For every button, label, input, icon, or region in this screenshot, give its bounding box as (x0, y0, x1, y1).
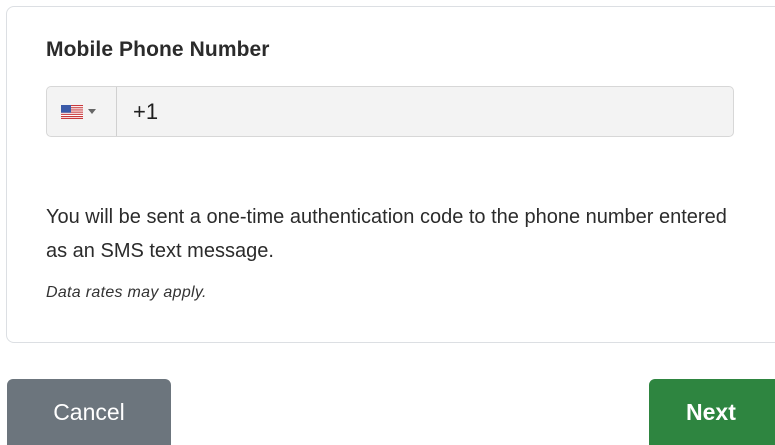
country-code-dropdown[interactable] (47, 87, 117, 136)
chevron-down-icon (88, 109, 96, 114)
next-button[interactable]: Next (649, 379, 775, 445)
data-rates-note: Data rates may apply. (46, 284, 207, 301)
us-flag-icon (61, 104, 83, 119)
page: Mobile Phone Number You will be sent a o… (0, 0, 775, 445)
phone-number-input[interactable] (133, 98, 713, 125)
sms-info-text: You will be sent a one-time authenticati… (46, 206, 727, 262)
phone-field-label: Mobile Phone Number (46, 38, 270, 61)
phone-input-group (46, 86, 734, 137)
cancel-button[interactable]: Cancel (7, 379, 171, 445)
